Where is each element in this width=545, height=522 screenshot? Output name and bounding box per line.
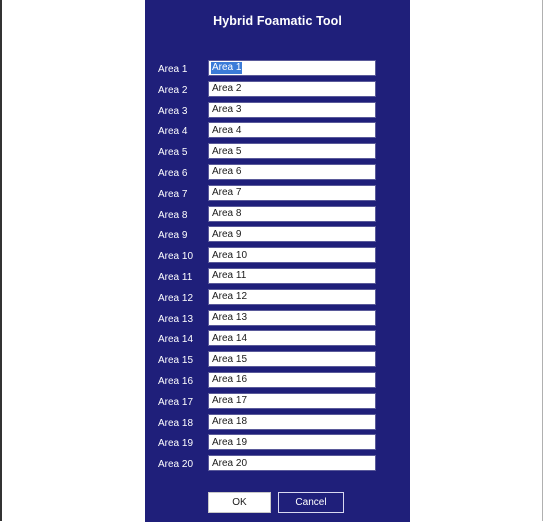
area-input-8[interactable] [208, 205, 376, 222]
area-input-11[interactable] [208, 267, 376, 284]
area-input-20[interactable] [208, 455, 376, 472]
area-row-16: Area 16 [145, 371, 410, 393]
foamatic-dialog: Hybrid Foamatic Tool Area 1 Area 1 Area … [145, 0, 410, 522]
area-input-1[interactable] [208, 60, 376, 76]
ok-button[interactable]: OK [208, 492, 271, 513]
area-input-19[interactable] [208, 434, 376, 451]
area-label-3: Area 3 [158, 105, 188, 117]
area-input-17[interactable] [208, 392, 376, 409]
area-row-4: Area 4 [145, 122, 410, 143]
area-label-15: Area 15 [158, 355, 194, 367]
area-label-2: Area 2 [158, 84, 188, 96]
area-row-14: Area 14 [145, 330, 410, 351]
area-label-8: Area 8 [158, 209, 188, 221]
area-row-20: Area 20 [145, 455, 410, 476]
area-label-10: Area 10 [158, 251, 194, 263]
area-row-3: Area 3 [145, 101, 410, 123]
area-label-13: Area 13 [158, 313, 194, 325]
area-row-10: Area 10 [145, 247, 410, 268]
area-input-16[interactable] [208, 371, 376, 388]
area-input-12[interactable] [208, 288, 376, 305]
area-label-12: Area 12 [158, 292, 194, 304]
area-row-8: Area 8 [145, 205, 410, 227]
area-row-2: Area 2 [145, 80, 410, 102]
area-row-1: Area 1 Area 1 [145, 60, 410, 81]
area-label-6: Area 6 [158, 167, 188, 179]
area-list: Area 1 Area 1 Area 2 Area 3 Area 4 Area … [145, 60, 410, 476]
area-label-19: Area 19 [158, 438, 194, 450]
area-label-11: Area 11 [158, 271, 193, 283]
area-input-7[interactable] [208, 184, 376, 201]
dialog-title: Hybrid Foamatic Tool [213, 14, 342, 28]
area-row-11: Area 11 [145, 267, 410, 289]
area-row-17: Area 17 [145, 392, 410, 414]
area-input-15[interactable] [208, 351, 376, 368]
area-input-9[interactable] [208, 226, 376, 243]
area-row-5: Area 5 [145, 143, 410, 164]
area-input-6[interactable] [208, 163, 376, 180]
area-label-5: Area 5 [158, 147, 188, 159]
area-row-7: Area 7 [145, 184, 410, 206]
area-row-13: Area 13 [145, 309, 410, 331]
area-input-5[interactable] [208, 143, 376, 160]
cancel-button[interactable]: Cancel [278, 492, 344, 513]
area-input-13[interactable] [208, 309, 376, 326]
area-label-18: Area 18 [158, 417, 194, 429]
area-label-16: Area 16 [158, 375, 194, 387]
area-label-9: Area 9 [158, 230, 188, 242]
area-label-14: Area 14 [158, 334, 194, 346]
area-row-19: Area 19 [145, 434, 410, 455]
area-input-18[interactable] [208, 413, 376, 430]
area-label-7: Area 7 [158, 188, 188, 200]
dialog-button-bar: OK Cancel [145, 492, 410, 514]
area-row-12: Area 12 [145, 288, 410, 310]
area-row-6: Area 6 [145, 163, 410, 185]
area-input-4[interactable] [208, 122, 376, 139]
area-input-3[interactable] [208, 101, 376, 118]
area-label-20: Area 20 [158, 459, 194, 471]
area-label-1: Area 1 [158, 64, 188, 75]
area-row-9: Area 9 [145, 226, 410, 247]
area-label-17: Area 17 [158, 396, 194, 408]
area-input-2[interactable] [208, 80, 376, 97]
area-row-15: Area 15 [145, 351, 410, 372]
area-input-10[interactable] [208, 247, 376, 264]
area-input-14[interactable] [208, 330, 376, 347]
area-label-4: Area 4 [158, 126, 188, 138]
area-row-18: Area 18 [145, 413, 410, 435]
